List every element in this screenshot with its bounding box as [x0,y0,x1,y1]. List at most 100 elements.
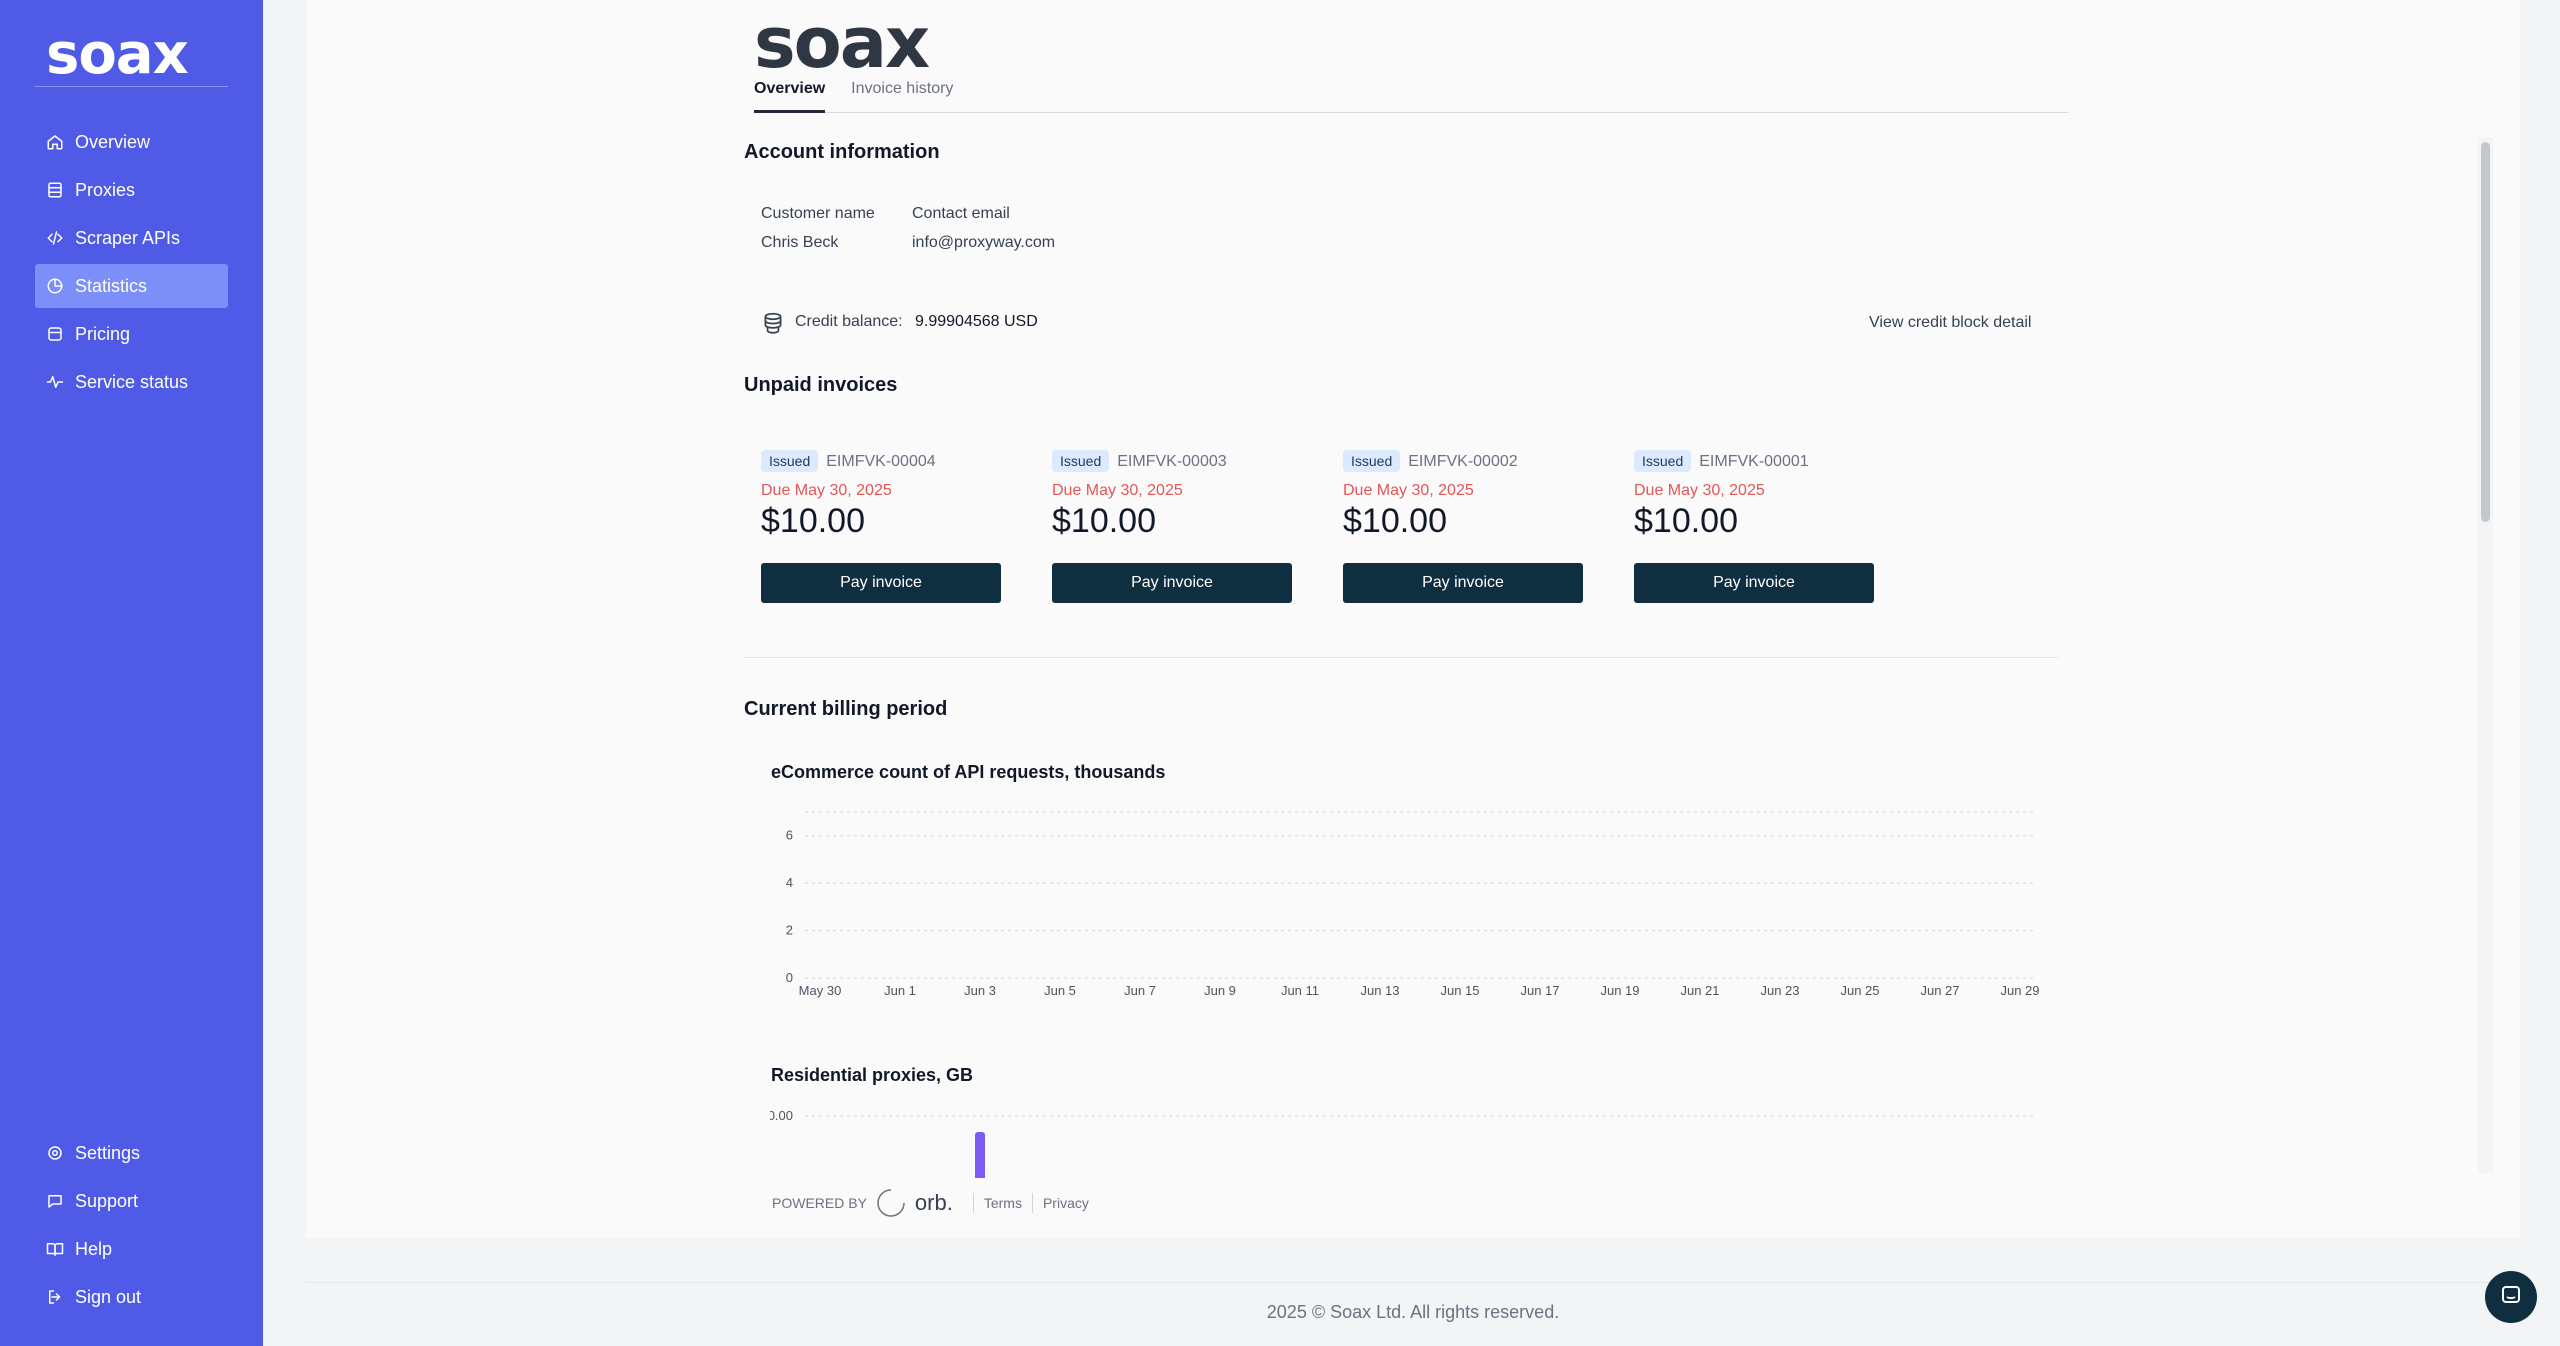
sidebar-item-service-status[interactable]: Service status [35,360,228,404]
sidebar-item-help[interactable]: Help [35,1227,228,1271]
pay-invoice-button[interactable]: Pay invoice [761,563,1001,603]
coins-icon [760,310,786,336]
x-tick-label: May 30 [799,983,842,998]
sidebar-item-label: Help [75,1238,113,1259]
invoice-card: Issued EIMFVK-00003 Due May 30, 2025 $10.… [1052,450,1292,603]
y-tick-label: 6 [786,828,793,843]
scrollbar-thumb[interactable] [2481,142,2490,522]
chart-title: Residential proxies, GB [771,1065,974,1085]
sidebar-divider [35,86,228,87]
sidebar-item-label: Sign out [75,1286,142,1307]
wallet-icon [45,324,65,344]
orb-brand[interactable]: orb. [915,1190,953,1216]
x-tick-label: Jun 13 [1360,983,1399,998]
sidebar-item-label: Scraper APIs [75,227,181,248]
pie-chart-icon [45,276,65,296]
x-tick-label: Jun 25 [1840,983,1879,998]
soax-logo[interactable]: soax [46,22,189,87]
invoice-card: Issued EIMFVK-00004 Due May 30, 2025 $10.… [761,450,1001,603]
tab-invoice-history[interactable]: Invoice history [851,78,953,113]
sidebar-item-settings[interactable]: Settings [35,1131,228,1175]
sidebar-item-sign-out[interactable]: Sign out [35,1275,228,1319]
sidebar-item-label: Statistics [75,275,148,296]
sidebar-item-overview[interactable]: Overview [35,120,228,164]
x-tick-label: Jun 11 [1281,983,1319,998]
powered-by-label: POWERED BY [772,1195,867,1211]
invoice-card: Issued EIMFVK-00001 Due May 30, 2025 $10.… [1634,450,1874,603]
x-tick-label: Jun 7 [1124,983,1156,998]
x-tick-label: Jun 1 [884,983,916,998]
sidebar-item-statistics[interactable]: Statistics [35,264,228,308]
bar [975,1132,985,1178]
invoice-amount: $10.00 [1052,502,1156,540]
tab-bar: Overview Invoice history [754,78,2068,113]
credit-balance-value: 9.99904568 USD [915,313,1038,330]
tab-overview[interactable]: Overview [754,78,826,113]
sidebar-nav-main: Overview Proxies Scraper APIs Statistics… [35,120,228,408]
customer-name-value: Chris Beck [761,234,839,251]
privacy-link[interactable]: Privacy [1043,1195,1089,1211]
pay-invoice-button[interactable]: Pay invoice [1634,563,1874,603]
scrollbar[interactable] [2478,138,2493,1173]
chat-icon [45,1191,65,1211]
invoice-due-date: Due May 30, 2025 [1343,482,1474,499]
x-tick-label: Jun 19 [1600,983,1639,998]
separator [972,1193,974,1213]
x-tick-label: Jun 15 [1440,983,1479,998]
code-icon [45,228,65,248]
contact-email-value: info@proxyway.com [912,234,1056,251]
invoice-id: EIMFVK-00001 [1699,453,1809,470]
sidebar-item-scraper-apis[interactable]: Scraper APIs [35,216,228,260]
pay-invoice-button[interactable]: Pay invoice [1052,563,1292,603]
sidebar-nav-bottom: Settings Support Help Sign out [35,1131,228,1323]
home-icon [45,132,65,152]
activity-icon [45,372,65,392]
status-badge: Issued [1343,450,1401,472]
sidebar-item-pricing[interactable]: Pricing [35,312,228,356]
y-tick-label: 0 [786,970,793,985]
gear-icon [45,1143,65,1163]
chat-launcher-button[interactable] [2485,1271,2537,1323]
x-tick-label: Jun 23 [1760,983,1799,998]
sidebar-item-label: Pricing [75,323,131,344]
invoice-due-date: Due May 30, 2025 [761,482,892,499]
invoice-id: EIMFVK-00004 [826,453,936,470]
current-billing-period-heading: Current billing period [744,698,948,720]
api-requests-chart: 0 2 4 6 May 30 Jun 1 Jun 3 Jun 5 Jun 7 Jun 9 Jun 1… [786,811,2040,998]
chart-title: eCommerce count of API requests, thousan… [771,762,1166,782]
sidebar-item-proxies[interactable]: Proxies [35,168,228,212]
terms-link[interactable]: Terms [984,1195,1022,1211]
status-badge: Issued [1634,450,1692,472]
contact-email-label: Contact email [912,205,1010,222]
account-information-heading: Account information [744,141,940,163]
powered-by: POWERED BY orb. Terms Privacy [772,1184,1089,1222]
invoice-id: EIMFVK-00003 [1117,453,1227,470]
separator [1031,1193,1033,1213]
chat-icon [2499,1283,2523,1312]
main-panel [306,0,2520,1238]
status-badge: Issued [1052,450,1110,472]
sidebar-item-label: Settings [75,1142,141,1163]
customer-name-label: Customer name [761,205,875,222]
invoice-amount: $10.00 [761,502,865,540]
orb-logo-icon [875,1187,907,1219]
invoice-amount: $10.00 [1634,502,1738,540]
invoice-id: EIMFVK-00002 [1408,453,1518,470]
x-tick-label: Jun 3 [964,983,996,998]
section-divider [744,657,2058,658]
y-tick-label: 0.00 [770,1108,793,1123]
x-tick-label: Jun 21 [1680,983,1719,998]
sidebar-item-label: Proxies [75,179,136,200]
brand-logo: soax [754,2,930,84]
invoice-amount: $10.00 [1343,502,1447,540]
sidebar-item-support[interactable]: Support [35,1179,228,1223]
credit-balance-label: Credit balance: [795,313,903,330]
sidebar: soax Overview Proxies Scraper APIs Stati… [0,0,263,1346]
pay-invoice-button[interactable]: Pay invoice [1343,563,1583,603]
invoice-due-date: Due May 30, 2025 [1052,482,1183,499]
footer-divider [306,1282,2520,1283]
x-tick-label: Jun 9 [1204,983,1236,998]
footer-copyright: 2025 © Soax Ltd. All rights reserved. [1266,1302,1560,1322]
x-tick-label: Jun 27 [1920,983,1959,998]
view-credit-block-link[interactable]: View credit block detail [1869,314,2031,332]
